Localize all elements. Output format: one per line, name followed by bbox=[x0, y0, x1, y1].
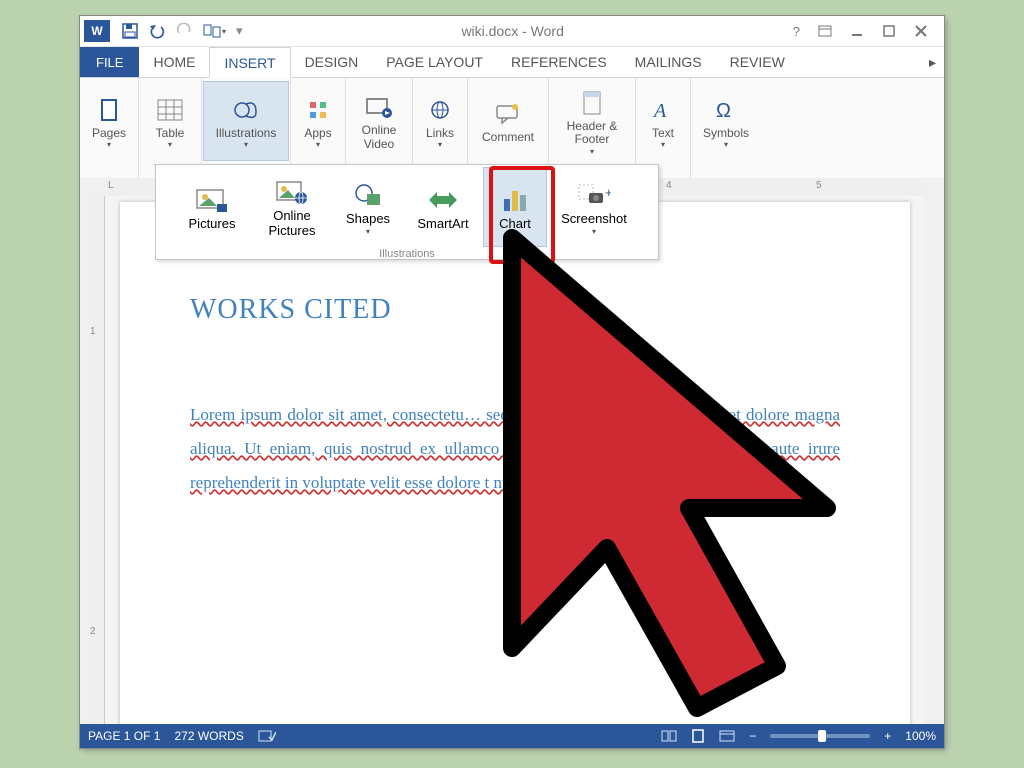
online-pictures-icon bbox=[275, 175, 309, 209]
title-bar: W ▾ ▾ wiki.docx - Word ? bbox=[80, 16, 944, 47]
close-button[interactable] bbox=[914, 24, 928, 38]
text-button[interactable]: AText▾ bbox=[636, 81, 690, 161]
zoom-level[interactable]: 100% bbox=[905, 729, 936, 743]
links-label: Links bbox=[426, 127, 454, 141]
apps-button[interactable]: Apps▾ bbox=[291, 81, 345, 161]
ribbon-display-icon[interactable] bbox=[818, 25, 832, 37]
tab-design[interactable]: DESIGN bbox=[291, 47, 373, 77]
qat-expand-icon[interactable]: ▾ bbox=[236, 23, 243, 39]
header-footer-icon bbox=[581, 86, 603, 120]
touch-mode-icon[interactable]: ▾ bbox=[202, 23, 226, 39]
spellcheck-icon[interactable] bbox=[258, 729, 276, 743]
screenshot-label: Screenshot bbox=[561, 212, 627, 227]
illustrations-group-label: Illustrations bbox=[379, 247, 435, 263]
help-button[interactable]: ? bbox=[793, 24, 800, 39]
svg-text:+: + bbox=[605, 185, 611, 200]
apps-icon bbox=[308, 93, 328, 127]
tab-home[interactable]: HOME bbox=[139, 47, 209, 77]
screenshot-icon: + bbox=[577, 178, 611, 212]
online-video-icon bbox=[365, 90, 393, 124]
online-video-label: Online Video bbox=[362, 124, 397, 152]
read-mode-icon[interactable] bbox=[661, 730, 677, 742]
symbols-button[interactable]: ΩSymbols▾ bbox=[699, 81, 753, 161]
shapes-button[interactable]: Shapes▾ bbox=[333, 167, 403, 247]
status-bar: PAGE 1 OF 1 272 WORDS − + 100% bbox=[80, 724, 944, 748]
ribbon-tabs: FILE HOME INSERT DESIGN PAGE LAYOUT REFE… bbox=[80, 47, 944, 78]
pictures-icon bbox=[195, 183, 229, 217]
links-button[interactable]: Links▾ bbox=[413, 81, 467, 161]
page-viewport[interactable]: WORKS CITED Lorem ipsum dolor sit amet, … bbox=[106, 196, 924, 724]
illustrations-dropdown: Pictures Online Pictures Shapes▾ SmartAr… bbox=[155, 164, 659, 260]
header-footer-label: Header & Footer bbox=[567, 120, 618, 148]
pages-label: Pages bbox=[92, 127, 126, 141]
heading-works-cited[interactable]: WORKS CITED bbox=[190, 282, 840, 338]
smartart-label: SmartArt bbox=[417, 217, 468, 232]
pages-icon bbox=[98, 93, 120, 127]
redo-icon[interactable] bbox=[176, 23, 192, 39]
tab-mailings[interactable]: MAILINGS bbox=[621, 47, 716, 77]
text-icon: A bbox=[651, 93, 675, 127]
maximize-button[interactable] bbox=[882, 24, 896, 38]
chart-button[interactable]: Chart bbox=[483, 167, 547, 247]
smartart-icon bbox=[427, 183, 459, 217]
comment-button[interactable]: Comment bbox=[478, 81, 538, 161]
vertical-ruler[interactable]: 1 2 bbox=[86, 196, 105, 724]
links-icon bbox=[427, 93, 453, 127]
pictures-button[interactable]: Pictures bbox=[173, 167, 251, 247]
svg-text:Ω: Ω bbox=[716, 100, 731, 121]
status-page[interactable]: PAGE 1 OF 1 bbox=[88, 729, 160, 743]
table-icon bbox=[157, 93, 183, 127]
minimize-button[interactable] bbox=[850, 24, 864, 38]
web-layout-icon[interactable] bbox=[719, 730, 735, 742]
illustrations-button[interactable]: Illustrations▾ bbox=[203, 81, 289, 161]
smartart-button[interactable]: SmartArt bbox=[403, 167, 483, 247]
illustrations-label: Illustrations bbox=[216, 127, 277, 141]
tab-review[interactable]: REVIEW bbox=[716, 47, 799, 77]
symbols-label: Symbols bbox=[703, 127, 749, 141]
pictures-label: Pictures bbox=[189, 217, 236, 232]
tab-insert[interactable]: INSERT bbox=[209, 47, 290, 78]
quick-access-toolbar: ▾ ▾ bbox=[116, 23, 249, 39]
pages-button[interactable]: Pages▾ bbox=[82, 81, 136, 161]
table-button[interactable]: Table▾ bbox=[143, 81, 197, 161]
window-control-buttons: ? bbox=[777, 24, 944, 39]
online-video-button[interactable]: Online Video bbox=[352, 81, 406, 161]
symbols-icon: Ω bbox=[714, 93, 738, 127]
chart-label: Chart bbox=[499, 217, 531, 232]
chart-icon bbox=[501, 183, 529, 217]
body-text[interactable]: Lorem ipsum dolor sit amet, consectetu… … bbox=[190, 398, 840, 500]
apps-label: Apps bbox=[304, 127, 331, 141]
online-pictures-button[interactable]: Online Pictures bbox=[251, 167, 333, 247]
document-page[interactable]: WORKS CITED Lorem ipsum dolor sit amet, … bbox=[120, 202, 910, 724]
svg-text:A: A bbox=[652, 100, 667, 121]
online-pictures-label: Online Pictures bbox=[269, 209, 316, 239]
shapes-label: Shapes bbox=[346, 212, 390, 227]
save-icon[interactable] bbox=[122, 23, 138, 39]
screenshot-button[interactable]: +Screenshot▾ bbox=[547, 167, 641, 247]
window-title: wiki.docx - Word bbox=[249, 23, 777, 39]
illustrations-icon bbox=[232, 93, 260, 127]
print-layout-icon[interactable] bbox=[691, 729, 705, 743]
word-app-icon: W bbox=[84, 20, 110, 42]
table-label: Table bbox=[156, 127, 185, 141]
tab-overflow-icon[interactable]: ▸ bbox=[921, 47, 944, 77]
zoom-out-button[interactable]: − bbox=[749, 729, 756, 743]
status-words[interactable]: 272 WORDS bbox=[174, 729, 243, 743]
tab-references[interactable]: REFERENCES bbox=[497, 47, 621, 77]
header-footer-button[interactable]: Header & Footer▾ bbox=[563, 81, 622, 161]
shapes-icon bbox=[353, 178, 383, 212]
zoom-in-button[interactable]: + bbox=[884, 729, 891, 743]
comment-icon bbox=[494, 97, 522, 131]
zoom-slider[interactable] bbox=[770, 734, 870, 738]
comment-label: Comment bbox=[482, 131, 534, 145]
tab-file[interactable]: FILE bbox=[80, 47, 139, 77]
tab-page-layout[interactable]: PAGE LAYOUT bbox=[372, 47, 497, 77]
text-label: Text bbox=[652, 127, 674, 141]
app-window: W ▾ ▾ wiki.docx - Word ? FILE HOME INSER… bbox=[80, 16, 944, 748]
undo-icon[interactable] bbox=[148, 23, 166, 39]
